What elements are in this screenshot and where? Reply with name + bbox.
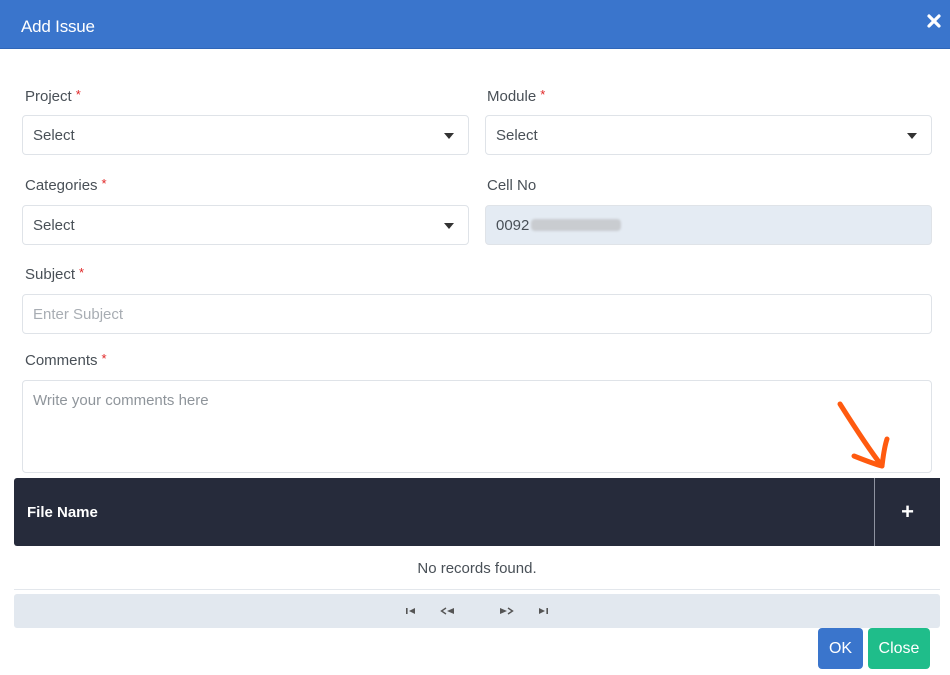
plus-icon: + (901, 499, 914, 524)
cell-no-field: 0092 (485, 205, 932, 245)
dialog-title: Add Issue (21, 17, 95, 36)
comments-placeholder: Write your comments here (33, 392, 209, 409)
cell-no-label-text: Cell No (487, 177, 537, 194)
add-file-button[interactable]: + (875, 478, 940, 546)
next-page-icon[interactable] (498, 606, 514, 616)
previous-page-icon[interactable] (440, 606, 456, 616)
empty-message: No records found. (14, 548, 940, 590)
dialog-header: Add Issue (0, 0, 950, 49)
categories-select[interactable]: Select (22, 205, 469, 245)
redaction-mask (531, 219, 622, 231)
close-button[interactable]: Close (868, 628, 930, 669)
chevron-down-icon (444, 223, 454, 229)
ok-button[interactable]: OK (818, 628, 863, 669)
attachments-table-header: File Name + (14, 478, 940, 546)
column-header-file-name: File Name (27, 504, 98, 521)
module-label: Module * (487, 87, 546, 105)
first-page-icon[interactable] (405, 606, 417, 616)
required-marker: * (75, 87, 81, 102)
subject-label-text: Subject (25, 266, 76, 283)
cell-no-label: Cell No (487, 177, 536, 194)
required-marker: * (101, 351, 107, 366)
close-icon[interactable] (926, 13, 942, 29)
module-select[interactable]: Select (485, 115, 932, 155)
project-select[interactable]: Select (22, 115, 469, 155)
comments-textarea[interactable]: Write your comments here (22, 380, 932, 473)
categories-label: Categories * (25, 176, 107, 194)
module-select-value: Select (496, 126, 538, 144)
cell-no-value: 0092 (496, 216, 530, 234)
project-select-value: Select (33, 126, 75, 144)
required-marker: * (79, 265, 85, 280)
module-label-text: Module (487, 88, 537, 105)
paginator (14, 594, 940, 628)
categories-select-value: Select (33, 216, 75, 234)
chevron-down-icon (907, 133, 917, 139)
chevron-down-icon (444, 133, 454, 139)
project-label-text: Project (25, 88, 72, 105)
last-page-icon[interactable] (537, 606, 549, 616)
comments-label-text: Comments (25, 352, 98, 369)
categories-label-text: Categories (25, 177, 98, 194)
subject-placeholder: Enter Subject (33, 305, 124, 323)
project-label: Project * (25, 87, 81, 105)
required-marker: * (540, 87, 546, 102)
subject-input[interactable]: Enter Subject (22, 294, 932, 334)
subject-label: Subject * (25, 265, 85, 283)
comments-label: Comments * (25, 351, 107, 369)
required-marker: * (101, 176, 107, 191)
